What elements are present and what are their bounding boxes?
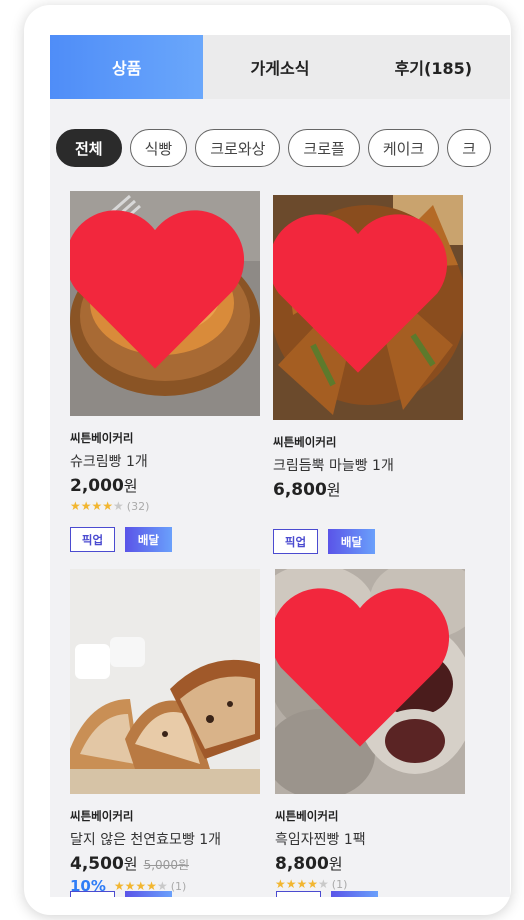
original-price: 5,000원	[143, 858, 189, 872]
delivery-button[interactable]: 배달	[328, 529, 375, 554]
product-image-cream-bun[interactable]	[70, 191, 260, 416]
product-image-black-sesame-bun[interactable]	[275, 569, 465, 794]
review-count: (32)	[126, 499, 150, 513]
tab-store-news[interactable]: 가게소식	[203, 35, 356, 99]
product-card[interactable]: 씨튼베이커리 달지 않은 천연효모빵 1개 4,500원 5,000원 10% ★…	[70, 569, 260, 895]
pickup-button[interactable]: 픽업	[273, 529, 318, 554]
chip-croffle[interactable]: 크로플	[288, 129, 360, 167]
heart-icon[interactable]	[273, 195, 453, 406]
review-count: (1)	[331, 877, 348, 891]
star-rating-icon: ★★★★★	[275, 877, 329, 891]
product-image-sourdough[interactable]	[70, 569, 260, 794]
chip-croissant[interactable]: 크로와상	[195, 129, 281, 167]
product-card[interactable]: 씨튼베이커리 크림듬뿍 마늘빵 1개 6,800원 픽업 배달	[273, 195, 463, 554]
rating: ★★★★★ (32)	[70, 499, 260, 513]
chip-all[interactable]: 전체	[56, 129, 122, 167]
star-rating-icon: ★★★★★	[70, 499, 124, 513]
pickup-button-partial[interactable]	[70, 891, 115, 897]
product-price: 4,500원 5,000원	[70, 854, 189, 874]
rating: ★★★★★ (1)	[275, 877, 465, 891]
delivery-button[interactable]: 배달	[125, 527, 172, 552]
store-name: 씨튼베이커리	[70, 809, 134, 823]
tab-bar: 상품 가게소식 후기(185)	[50, 35, 510, 99]
delivery-button-partial[interactable]	[125, 891, 172, 897]
review-count: (1)	[170, 879, 187, 893]
delivery-button-partial[interactable]	[331, 891, 378, 897]
pickup-button[interactable]: 픽업	[70, 527, 115, 552]
product-name: 달지 않은 천연효모빵 1개	[70, 832, 222, 848]
store-name: 씨튼베이커리	[273, 435, 337, 449]
store-name: 씨튼베이커리	[70, 431, 134, 445]
tab-products[interactable]: 상품	[50, 35, 204, 99]
product-price: 6,800원	[273, 480, 341, 500]
product-name: 슈크림빵 1개	[70, 454, 148, 470]
product-card[interactable]: 씨튼베이커리 흑임자찐빵 1팩 8,800원 ★★★★★ (1)	[275, 569, 465, 891]
store-screen: 상품 가게소식 후기(185) 전체 식빵 크로와상 크로플 케이크 크 씨튼베…	[50, 35, 510, 897]
heart-icon[interactable]	[70, 191, 250, 402]
chip-cake[interactable]: 케이크	[367, 129, 440, 167]
pickup-button-partial[interactable]	[276, 891, 321, 897]
product-card[interactable]: 씨튼베이커리 슈크림빵 1개 2,000원 ★★★★★ (32) 픽업 배달	[70, 191, 260, 552]
chip-bread[interactable]: 식빵	[129, 129, 188, 167]
product-price: 8,800원	[275, 854, 343, 874]
store-name: 씨튼베이커리	[275, 809, 339, 823]
heart-icon[interactable]	[275, 569, 455, 780]
category-chips: 전체 식빵 크로와상 크로플 케이크 크	[56, 129, 510, 169]
chip-more[interactable]: 크	[447, 129, 492, 167]
product-price: 2,000원	[70, 476, 138, 496]
tab-reviews[interactable]: 후기(185)	[357, 35, 510, 99]
product-image-garlic-bread[interactable]	[273, 195, 463, 420]
product-name: 흑임자찐빵 1팩	[275, 832, 366, 848]
product-name: 크림듬뿍 마늘빵 1개	[273, 458, 394, 474]
phone-frame: 상품 가게소식 후기(185) 전체 식빵 크로와상 크로플 케이크 크 씨튼베…	[24, 5, 511, 915]
